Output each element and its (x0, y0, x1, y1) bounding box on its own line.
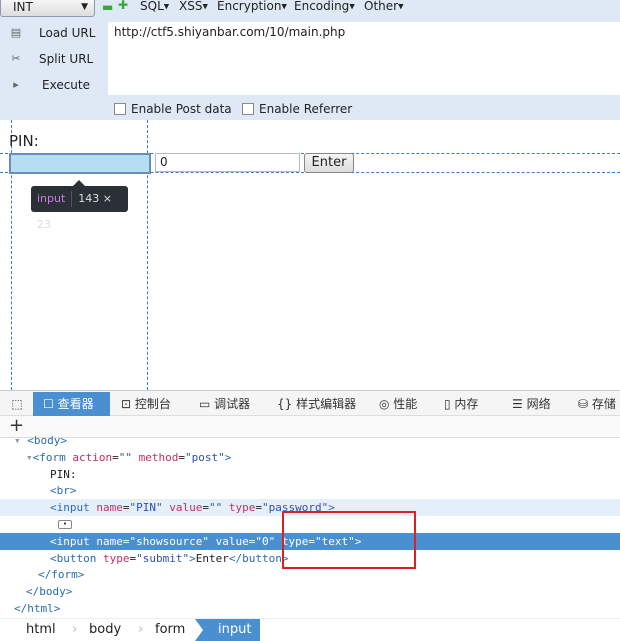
node-html-close[interactable]: </html> (0, 600, 620, 617)
pin-label: PIN: (9, 132, 39, 150)
menu-other[interactable]: Other▼ (364, 0, 403, 15)
menu-xss[interactable]: XSS▼ (179, 0, 208, 15)
tab-memory[interactable]: ▯ 内存 (444, 392, 478, 416)
tab-console[interactable]: ⊡ 控制台 (121, 392, 171, 416)
menu-sql[interactable]: SQL▼ (140, 0, 169, 15)
breadcrumb-input[interactable]: input (195, 619, 260, 641)
plus-icon[interactable]: ✚ (118, 0, 128, 12)
pin-password-input[interactable] (9, 153, 151, 174)
select-value: INT (13, 0, 33, 14)
red-highlight-box (282, 511, 416, 569)
node-body[interactable]: ▾ <body> (0, 432, 620, 449)
encoding-select[interactable]: INT ▼ (0, 0, 95, 17)
chevron-down-icon: ▼ (81, 2, 88, 12)
hackbar: INT ▼ ▬ ✚ SQL▼ XSS▼ Encryption▼ Encoding▼… (0, 0, 620, 120)
tab-network[interactable]: ☰ 网络 (512, 392, 551, 416)
node-text-pin[interactable]: PIN: (0, 466, 620, 483)
execute-button[interactable]: ▸ Execute (0, 74, 108, 96)
menu-encoding[interactable]: Encoding▼ (294, 0, 355, 15)
menu-encryption[interactable]: Encryption▼ (217, 0, 287, 15)
element-picker-icon[interactable]: ⬚ (4, 392, 30, 416)
minus-icon[interactable]: ▬ (102, 0, 113, 14)
tab-debugger[interactable]: ▭ 调试器 (199, 392, 250, 416)
enable-referrer-checkbox[interactable]: Enable Referrer (242, 102, 352, 118)
breadcrumb-body[interactable]: body (89, 619, 121, 641)
collapsed-node-icon[interactable]: • (58, 520, 72, 529)
node-br[interactable]: <br> (0, 482, 620, 499)
page-viewport: PIN: 0 Enter input 143 × 23 (0, 120, 620, 390)
node-form[interactable]: ▾<form action="" method="post"> (0, 449, 620, 466)
load-icon: ▤ (10, 26, 22, 39)
tab-performance[interactable]: ◎ 性能 (379, 392, 417, 416)
tab-inspector[interactable]: ☐ 查看器 (33, 392, 110, 416)
node-body-close[interactable]: </body> (0, 583, 620, 600)
tab-style-editor[interactable]: {} 样式编辑器 (277, 392, 356, 416)
enable-post-data-checkbox[interactable]: Enable Post data (114, 102, 232, 118)
url-textarea[interactable]: http://ctf5.shiyanbar.com/10/main.php (108, 22, 620, 95)
tab-storage[interactable]: ⛁ 存储 (578, 392, 616, 416)
enter-button[interactable]: Enter (304, 153, 354, 173)
scissors-icon: ✂ (11, 52, 21, 65)
showsource-input[interactable]: 0 (155, 153, 300, 172)
inspector-tooltip: input 143 × 23 (31, 180, 128, 231)
load-url-button[interactable]: ▤ Load URL (0, 22, 108, 44)
breadcrumb-form[interactable]: form (155, 619, 185, 641)
breadcrumb: html › body › form input (0, 618, 620, 641)
breadcrumb-html[interactable]: html (26, 619, 56, 641)
split-url-button[interactable]: ✂ Split URL (0, 48, 108, 70)
devtools-tabs: ⬚ ☐ 查看器 ⊡ 控制台 ▭ 调试器 {} 样式编辑器 ◎ 性能 ▯ 内存 ☰… (0, 390, 620, 416)
play-icon: ▸ (13, 78, 19, 91)
